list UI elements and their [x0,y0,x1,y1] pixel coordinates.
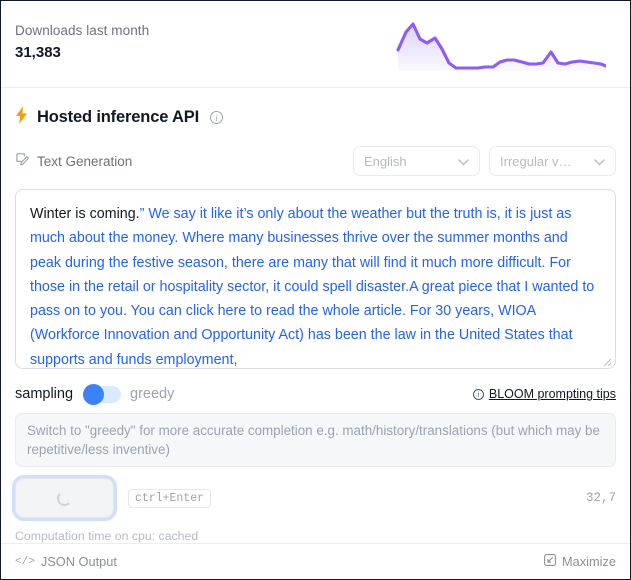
info-circle-icon[interactable]: i [210,111,224,124]
maximize-icon [544,554,556,569]
maximize-button[interactable]: Maximize [544,554,616,569]
maximize-svg [544,554,556,566]
hosted-inference-api-section: Hosted inference API i Text Generation E… [1,88,630,176]
chevron-down-svg [594,158,605,165]
chevron-down-icon [594,154,605,169]
prompt-generated-text: ” We say it like it’s only about the wea… [30,206,595,368]
bloom-prompting-tips-label: BLOOM prompting tips [488,387,616,401]
compute-row: ctrl+Enter 32,7 [15,478,616,518]
prompt-seed-text: Winter is coming. [30,206,140,222]
language-select[interactable]: English [353,146,480,176]
downloads-block: Downloads last month 31,383 [1,1,630,88]
text-generation-svg [16,153,29,166]
text-generation-icon [15,151,30,171]
prompt-text: Winter is coming.” We say it like it’s o… [30,202,601,368]
task-label: Text Generation [37,153,133,169]
sparkline-svg [396,22,606,71]
json-output-label: JSON Output [40,554,117,569]
json-output-button[interactable]: </> JSON Output [15,554,117,569]
task-selects: English Irregular v… [353,146,616,176]
resize-grip-icon[interactable] [601,354,612,367]
info-circle-icon: i [472,388,484,400]
code-brackets-icon: </> [15,555,35,568]
widget-footer: </> JSON Output Maximize [1,543,630,579]
keyboard-shortcut-hint: ctrl+Enter [128,488,212,508]
page-title: Hosted inference API [37,108,200,126]
bloom-prompting-tips-link[interactable]: i BLOOM prompting tips [472,387,616,401]
model-variant-select[interactable]: Irregular v… [489,146,616,176]
model-variant-select-value: Irregular v… [500,153,572,169]
token-count: 32,7 [585,491,616,505]
toggle-knob [83,383,105,405]
greedy-label: greedy [130,386,175,402]
lightning-bolt-icon [15,106,28,129]
inference-widget-panel: Downloads last month 31,383 Hosted infer… [0,0,631,580]
downloads-sparkline-chart [390,13,606,75]
chevron-down-svg [458,158,469,165]
computation-time-label: Computation time on cpu: cached [15,529,199,543]
maximize-label: Maximize [561,554,616,569]
sampling-label: sampling [15,386,74,402]
api-title-row: Hosted inference API i [15,106,616,129]
task-row: Text Generation English Irregular v… [15,146,616,176]
sampling-greedy-toggle[interactable] [83,383,122,405]
language-select-value: English [364,153,407,169]
resize-grip-svg [603,358,612,367]
loading-spinner-icon [57,490,72,506]
compute-button[interactable] [15,478,114,518]
sampling-toggle-row: sampling greedy i BLOOM prompting tips [15,383,616,405]
chevron-down-icon [458,154,469,169]
sampling-hint-text: Switch to "greedy" for more accurate com… [15,413,616,467]
prompt-textarea[interactable]: Winter is coming.” We say it like it’s o… [15,189,616,369]
sparkline-area [398,24,606,71]
task-type: Text Generation [15,151,132,171]
lightning-bolt-svg [16,106,27,124]
